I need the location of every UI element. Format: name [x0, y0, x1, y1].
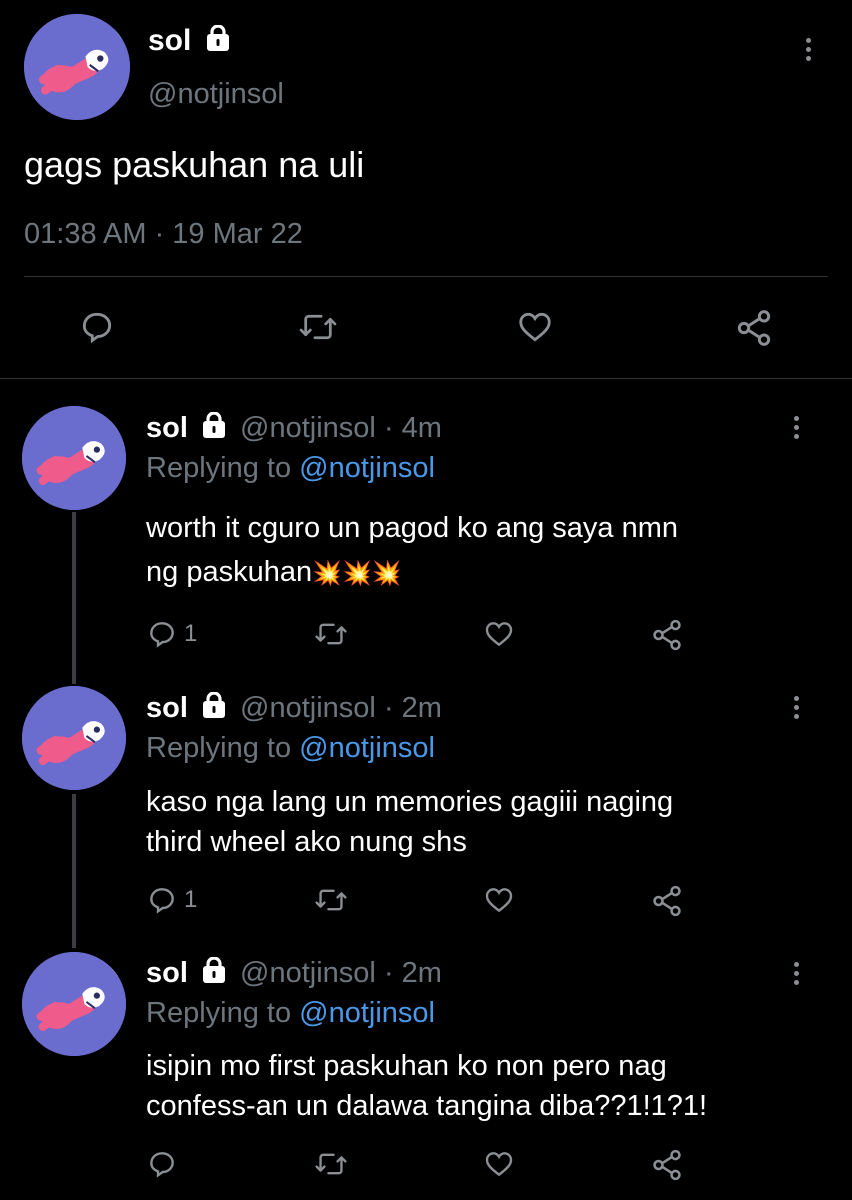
heart-icon [485, 1152, 513, 1177]
reply-text: isipin mo first paskuhan ko non pero nag… [146, 1046, 707, 1126]
reply-text-line: kaso nga lang un memories gagiii naging [146, 786, 674, 818]
lock-icon [201, 412, 227, 440]
avatar[interactable] [22, 952, 126, 1056]
lock-icon [205, 25, 231, 53]
reply-text-line: confess-an un dalawa tangina diba??1!1?1… [146, 1090, 708, 1122]
display-name[interactable]: sol [146, 692, 188, 724]
avatar[interactable] [22, 686, 126, 790]
dot-icon [805, 56, 811, 61]
reply-text: worth it cguro un pagod ko ang saya nmn … [146, 506, 678, 596]
reply-header: sol @notjinsol · 4m [146, 412, 442, 445]
speech-bubble-icon [150, 622, 174, 648]
replying-to: Replying to @notjinsol [146, 732, 435, 765]
share-button[interactable] [734, 308, 774, 348]
share-nodes-icon [653, 619, 681, 651]
retweet-icon [315, 1153, 347, 1175]
reply-text-line: isipin mo first paskuhan ko non pero nag [146, 1050, 667, 1082]
reply-count: 1 [184, 620, 198, 647]
main-tweet-text: gags paskuhan na uli [24, 144, 365, 185]
display-name[interactable]: sol [146, 957, 188, 989]
replying-to-label: Replying to [146, 452, 292, 484]
heart-icon [485, 622, 513, 647]
divider [24, 276, 828, 277]
reply-header: sol @notjinsol · 2m [146, 957, 442, 990]
replying-to-label: Replying to [146, 732, 292, 764]
share-nodes-icon [653, 885, 681, 917]
reply-text-line: ng paskuhan [146, 556, 313, 588]
speech-bubble-icon [150, 1152, 174, 1178]
time[interactable]: · 2m [384, 957, 442, 989]
more-options-button[interactable] [792, 416, 800, 443]
heart-icon [519, 312, 551, 342]
more-options-button[interactable] [792, 696, 800, 723]
handle[interactable]: @notjinsol [240, 957, 376, 989]
retweet-button[interactable] [314, 1148, 348, 1180]
time[interactable]: · 4m [384, 412, 442, 444]
dot-icon [793, 434, 799, 439]
avatar[interactable] [22, 406, 126, 510]
replying-to-handle[interactable]: @notjinsol [299, 732, 435, 764]
retweet-button[interactable] [298, 308, 338, 346]
reply-count: 1 [184, 886, 198, 913]
dot-icon [805, 38, 811, 43]
thread-line [72, 794, 76, 948]
replying-to: Replying to @notjinsol [146, 452, 435, 485]
retweet-icon [315, 889, 347, 911]
main-tweet-timestamp[interactable]: 01:38 AM · 19 Mar 22 [24, 218, 303, 251]
share-button[interactable] [650, 1148, 684, 1182]
like-button[interactable] [482, 1148, 516, 1180]
avatar[interactable] [24, 14, 130, 120]
retweet-icon [299, 314, 337, 340]
replying-to: Replying to @notjinsol [146, 997, 435, 1030]
display-name[interactable]: sol [148, 24, 191, 57]
replying-to-label: Replying to [146, 997, 292, 1029]
dot-icon [793, 696, 799, 701]
display-name[interactable]: sol [146, 412, 188, 444]
handle[interactable]: @notjinsol [240, 412, 376, 444]
time[interactable]: · 2m [384, 692, 442, 724]
more-options-button[interactable] [804, 38, 812, 65]
lock-icon [201, 692, 227, 720]
lock-icon [201, 957, 227, 985]
like-button[interactable] [482, 618, 516, 650]
dot-icon [793, 714, 799, 719]
collision-emoji: 💥💥💥 [312, 560, 402, 587]
dot-icon [805, 47, 811, 52]
reply-button[interactable]: 1 [146, 618, 197, 650]
dot-icon [793, 971, 799, 976]
like-button[interactable] [515, 308, 555, 346]
divider [0, 378, 852, 379]
share-button[interactable] [650, 884, 684, 918]
main-handle[interactable]: @notjinsol [148, 78, 284, 111]
thread-line [72, 512, 76, 684]
dot-icon [793, 425, 799, 430]
reply-header: sol @notjinsol · 2m [146, 692, 442, 725]
speech-bubble-icon [82, 312, 112, 344]
speech-bubble-icon [150, 888, 174, 914]
dot-icon [793, 962, 799, 967]
main-author-name[interactable]: sol [148, 24, 232, 58]
like-button[interactable] [482, 884, 516, 916]
retweet-icon [315, 623, 347, 645]
reply-text-line: worth it cguro un pagod ko ang saya nmn [146, 512, 678, 544]
dot-icon [793, 416, 799, 421]
handle[interactable]: @notjinsol [240, 692, 376, 724]
reply-text: kaso nga lang un memories gagiii naging … [146, 782, 673, 862]
replying-to-handle[interactable]: @notjinsol [299, 452, 435, 484]
retweet-button[interactable] [314, 618, 348, 650]
dot-icon [793, 705, 799, 710]
reply-button[interactable] [78, 308, 116, 346]
dot-icon [793, 980, 799, 985]
reply-button[interactable] [146, 1148, 184, 1180]
share-button[interactable] [650, 618, 684, 652]
retweet-button[interactable] [314, 884, 348, 916]
reply-text-line: third wheel ako nung shs [146, 826, 467, 858]
heart-icon [485, 888, 513, 913]
share-nodes-icon [653, 1149, 681, 1181]
share-nodes-icon [737, 310, 771, 346]
replying-to-handle[interactable]: @notjinsol [299, 997, 435, 1029]
reply-button[interactable]: 1 [146, 884, 197, 916]
more-options-button[interactable] [792, 962, 800, 989]
